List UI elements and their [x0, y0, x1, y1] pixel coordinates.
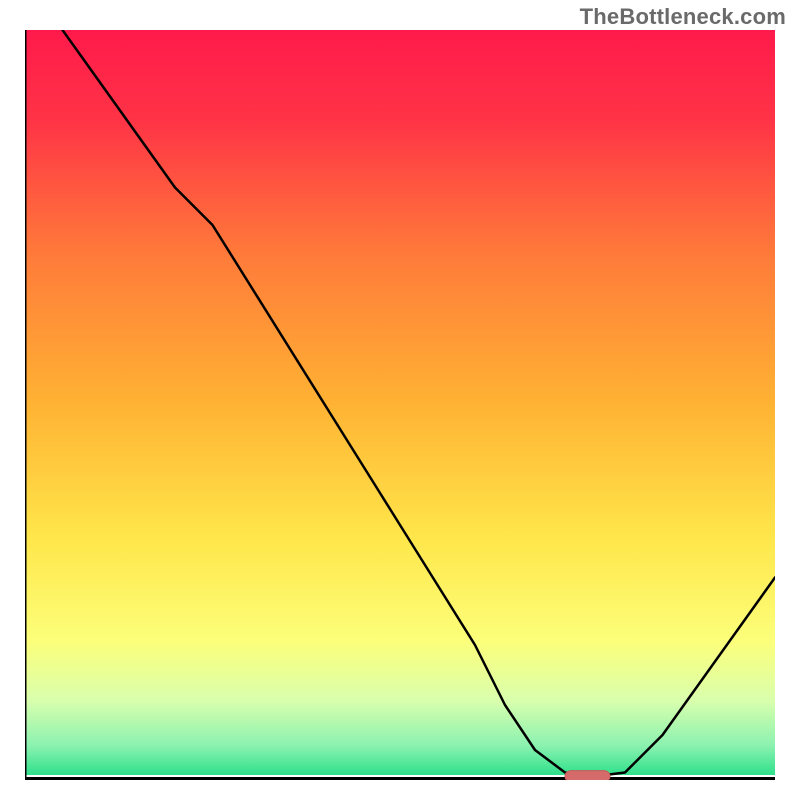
watermark-text: TheBottleneck.com — [580, 4, 786, 30]
gradient-background — [25, 30, 775, 775]
chart-svg — [25, 30, 775, 780]
optimum-marker — [565, 771, 610, 780]
chart-frame: TheBottleneck.com — [0, 0, 800, 800]
plot-area — [25, 30, 775, 780]
